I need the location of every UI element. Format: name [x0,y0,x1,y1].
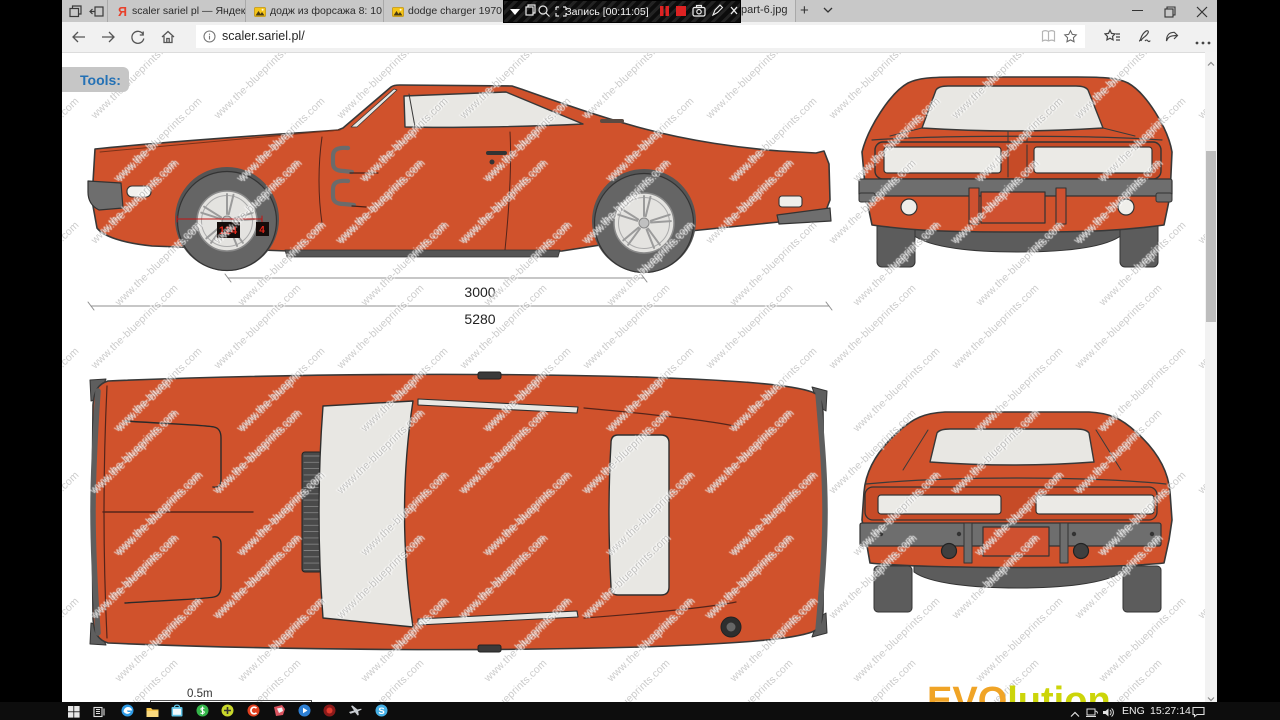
svg-text:Запись [00:11:05]: Запись [00:11:05] [565,6,648,18]
svg-text:S: S [378,706,384,717]
svg-text:Я: Я [118,5,127,18]
